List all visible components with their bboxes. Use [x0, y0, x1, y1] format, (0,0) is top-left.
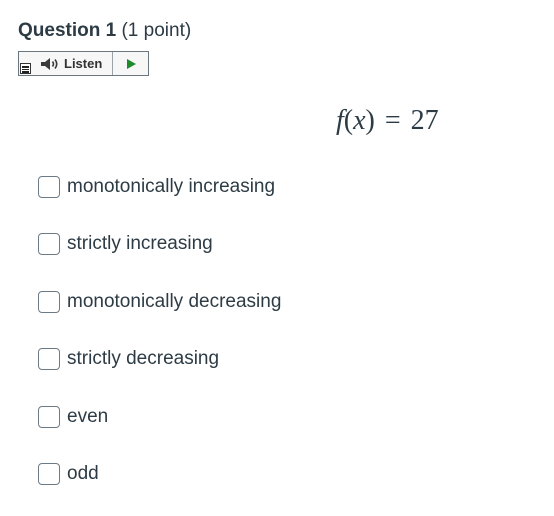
- play-icon: [126, 58, 136, 69]
- checkbox[interactable]: [38, 406, 60, 428]
- option-label: strictly increasing: [67, 233, 213, 254]
- equals-sign: =: [384, 105, 401, 136]
- open-paren: (: [343, 105, 354, 136]
- close-paren: ): [365, 105, 375, 136]
- function-name: f: [336, 105, 344, 136]
- option-even[interactable]: even: [38, 402, 108, 432]
- speaker-icon: [41, 57, 58, 70]
- option-strictly-increasing[interactable]: strictly increasing: [38, 229, 213, 259]
- menu-icon[interactable]: [20, 63, 31, 74]
- option-label: even: [67, 406, 109, 427]
- option-monotonically-decreasing[interactable]: monotonically decreasing: [38, 287, 281, 317]
- option-label: monotonically increasing: [67, 176, 276, 197]
- checkbox[interactable]: [38, 291, 60, 313]
- question-label: Question 1: [18, 20, 117, 41]
- question-title: Question 1 (1 point): [18, 20, 191, 42]
- checkbox[interactable]: [38, 176, 60, 198]
- option-odd[interactable]: odd: [38, 459, 99, 489]
- option-label: monotonically decreasing: [67, 291, 282, 312]
- listen-toolbar: Listen: [18, 51, 149, 76]
- toolbar-divider: [112, 52, 113, 75]
- question-points: (1 point): [121, 20, 192, 41]
- checkbox[interactable]: [38, 233, 60, 255]
- function-value: 27: [410, 105, 439, 136]
- option-monotonically-increasing[interactable]: monotonically increasing: [38, 172, 275, 202]
- checkbox[interactable]: [38, 463, 60, 485]
- listen-label: Listen: [64, 56, 103, 71]
- option-label: odd: [67, 463, 99, 484]
- option-strictly-decreasing[interactable]: strictly decreasing: [38, 344, 219, 374]
- listen-button[interactable]: Listen: [34, 52, 112, 75]
- function-expression: f(x) = 27: [336, 104, 439, 138]
- play-button[interactable]: [119, 52, 143, 75]
- function-variable: x: [353, 105, 366, 136]
- checkbox[interactable]: [38, 348, 60, 370]
- option-label: strictly decreasing: [67, 348, 220, 369]
